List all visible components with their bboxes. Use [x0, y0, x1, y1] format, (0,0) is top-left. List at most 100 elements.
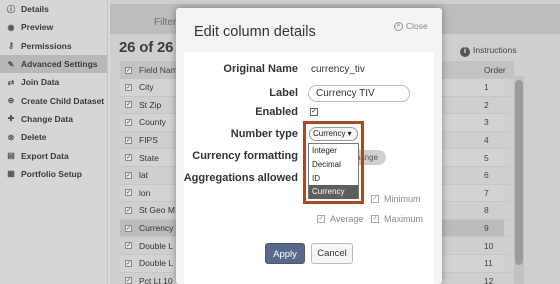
instructions-link[interactable]: i Instructions	[460, 45, 516, 57]
sidebar-item-label: Create Child Dataset	[21, 95, 105, 106]
sidebar-item[interactable]: ✚ Change Data	[0, 110, 107, 128]
original-name-label: Original Name	[223, 63, 298, 75]
field-name-cell: County	[139, 117, 166, 128]
checkbox[interactable]: ✓	[371, 195, 379, 203]
row-checkbox[interactable]: ✓	[125, 277, 132, 284]
sidebar-item-label: Delete	[21, 132, 47, 143]
portfolio-icon: ▦	[7, 169, 15, 179]
order-cell: 2	[478, 97, 514, 115]
dropdown-option[interactable]: Integer	[309, 144, 358, 158]
eye-icon: ◉	[7, 22, 15, 32]
sidebar-menu: ⓘ Details ◉ Preview ⚷ Permissions ✎ Advanced Se…	[0, 0, 107, 183]
export-icon: ▤	[7, 151, 15, 161]
currency-formatting-label: Currency formatting	[192, 150, 298, 162]
field-name-cell: lon	[139, 187, 151, 198]
field-name-cell: FIPS	[139, 135, 158, 146]
apply-button[interactable]: Apply	[265, 243, 305, 264]
agg-maximum-label: Maximum	[384, 214, 424, 224]
sidebar-item-label: Permissions	[21, 40, 72, 51]
aggregations-label: Aggregations allowed	[183, 172, 298, 184]
order-header: Order	[478, 61, 514, 79]
sidebar-item[interactable]: ⇄ Join Data	[0, 73, 107, 91]
change-data-icon: ✚	[7, 114, 15, 124]
cancel-button[interactable]: Cancel	[311, 243, 353, 264]
delete-icon: ⊗	[7, 132, 15, 142]
sidebar-item-label: Preview	[21, 22, 54, 33]
info-icon: i	[460, 47, 470, 57]
field-name-cell: Currency	[139, 223, 174, 234]
sidebar-item[interactable]: ⊗ Delete	[0, 128, 107, 146]
field-name-cell: St Zip	[139, 99, 162, 110]
dropdown-option[interactable]: ID	[309, 172, 358, 186]
agg-maximum-option[interactable]: ✓ Maximum	[371, 214, 423, 224]
sidebar-item[interactable]: ▤ Export Data	[0, 146, 107, 164]
label-input[interactable]: Currency TIV	[308, 85, 410, 102]
order-cell: 6	[478, 167, 514, 185]
key-icon: ⚷	[8, 41, 14, 51]
field-name-header: Field Nam	[139, 65, 178, 75]
dropdown-option[interactable]: Decimal	[309, 158, 358, 172]
row-checkbox[interactable]: ✓	[125, 171, 132, 179]
row-checkbox[interactable]: ✓	[125, 206, 132, 214]
row-checkbox[interactable]: ✓	[125, 118, 132, 126]
row-checkbox[interactable]: ✓	[125, 189, 132, 197]
row-checkbox[interactable]: ✓	[125, 101, 132, 109]
child-dataset-icon: ⊕	[7, 96, 15, 106]
sidebar-item-label: Change Data	[21, 113, 73, 124]
close-button[interactable]: ✕ Close	[394, 21, 428, 31]
label-field-label: Label	[269, 87, 298, 99]
wrench-icon: ✎	[7, 59, 15, 69]
close-label: Close	[406, 21, 428, 31]
field-name-cell: City	[139, 82, 154, 93]
row-checkbox[interactable]: ✓	[125, 154, 132, 162]
order-cell: 1	[478, 79, 514, 97]
dialog-title: Edit column details	[194, 24, 316, 40]
order-cell: 11	[478, 255, 514, 273]
order-cell: 8	[478, 202, 514, 220]
order-column: Order 1 2 3 4 5 6 7 8 9 10 11 12	[478, 61, 514, 284]
order-cell: 7	[478, 185, 514, 203]
enabled-checkbox[interactable]: ✓	[310, 108, 318, 116]
field-name-cell: Pct Lt 10	[139, 275, 173, 284]
sidebar-item[interactable]: ✎ Advanced Settings	[0, 54, 107, 74]
agg-average-option[interactable]: ✓ Average	[317, 214, 363, 224]
row-checkbox[interactable]: ✓	[125, 224, 132, 232]
sidebar-item[interactable]: ⊕ Create Child Dataset	[0, 91, 107, 109]
sidebar-item-label: Export Data	[21, 150, 69, 161]
sidebar-item[interactable]: ⚷ Permissions	[0, 37, 107, 55]
field-name-cell: Double L	[139, 258, 174, 269]
sidebar-item-label: Portfolio Setup	[21, 168, 82, 179]
field-name-cell: State	[139, 152, 159, 163]
close-icon: ✕	[394, 21, 403, 31]
sidebar-item-label: Details	[21, 4, 49, 15]
order-cell: 4	[478, 132, 514, 150]
agg-minimum-option[interactable]: ✓ Minimum	[371, 194, 421, 204]
info-icon: ⓘ	[7, 4, 15, 14]
sidebar-item[interactable]: ⓘ Details	[0, 0, 107, 18]
number-type-dropdown: Integer Decimal ID Currency	[308, 143, 359, 199]
sidebar-item[interactable]: ▦ Portfolio Setup	[0, 165, 107, 183]
dropdown-option[interactable]: Currency	[309, 185, 358, 199]
order-cell: 9	[478, 220, 514, 238]
checkbox[interactable]: ✓	[317, 215, 325, 223]
field-name-cell: lat	[139, 170, 148, 181]
order-cell: 3	[478, 114, 514, 132]
join-icon: ⇄	[7, 77, 15, 87]
field-name-cell: Double L	[139, 240, 174, 251]
order-cell: 5	[478, 149, 514, 167]
row-checkbox[interactable]: ✓	[125, 136, 132, 144]
row-checkbox[interactable]: ✓	[125, 259, 132, 267]
sidebar-item[interactable]: ◉ Preview	[0, 18, 107, 36]
select-all-checkbox[interactable]: ✓	[125, 66, 132, 74]
checkbox[interactable]: ✓	[371, 215, 379, 223]
scrollbar-thumb[interactable]	[515, 80, 523, 265]
agg-average-label: Average	[330, 214, 364, 224]
number-type-select[interactable]: Currency ▾	[309, 127, 358, 141]
agg-minimum-label: Minimum	[384, 194, 421, 204]
row-checkbox[interactable]: ✓	[125, 83, 132, 91]
sidebar-item-label: Advanced Settings	[21, 59, 98, 70]
field-name-cell: St Geo M	[139, 205, 175, 216]
row-checkbox[interactable]: ✓	[125, 242, 132, 250]
original-name-value: currency_tiv	[311, 64, 365, 75]
order-cell: 10	[478, 237, 514, 255]
